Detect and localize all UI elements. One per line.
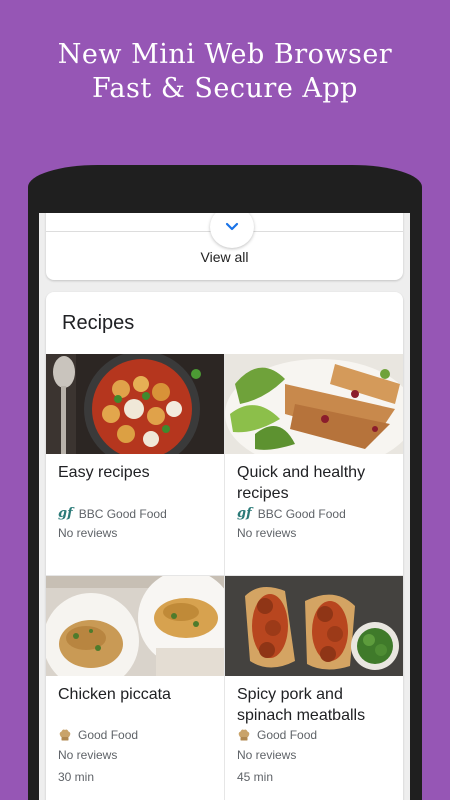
- recipe-card-chicken-piccata[interactable]: Chicken piccata Good Food No reviews 30 …: [46, 576, 224, 797]
- recipe-source-label: BBC Good Food: [257, 506, 346, 521]
- recipe-source: Good Food: [237, 728, 317, 742]
- recipes-card: Recipes Easy recipes gf BBC Good Food No…: [46, 292, 403, 800]
- recipe-name: Chicken piccata: [58, 686, 171, 703]
- bbc-good-food-logo-icon: gf: [237, 506, 252, 521]
- recipe-name: Quick and healthy recipes: [237, 464, 366, 502]
- recipe-source-label: BBC Good Food: [78, 506, 167, 521]
- chevron-down-icon: [225, 222, 239, 231]
- recipe-reviews: No reviews: [237, 748, 297, 762]
- recipe-name: Spicy pork and spinach meatballs: [237, 686, 366, 724]
- recipe-time: 30 min: [58, 770, 95, 784]
- phone-screen: View all Recipes Easy recipes gf BBC Goo…: [39, 213, 410, 800]
- recipe-card-easy-recipes[interactable]: Easy recipes gf BBC Good Food No reviews: [46, 354, 224, 575]
- recipe-name: Easy recipes: [58, 464, 150, 481]
- recipe-reviews: No reviews: [237, 526, 297, 540]
- chef-hat-icon: [238, 729, 250, 741]
- bbc-good-food-logo-icon: gf: [58, 506, 73, 521]
- recipe-source: gf BBC Good Food: [58, 506, 167, 521]
- recipe-source-label: Good Food: [257, 728, 318, 742]
- recipe-card-quick-and-healthy[interactable]: Quick and healthy recipes gf BBC Good Fo…: [225, 354, 403, 575]
- expand-button[interactable]: [210, 213, 254, 248]
- promo-headline: New Mini Web Browser Fast & Secure App: [0, 38, 450, 106]
- recipe-card-spicy-pork-meatballs[interactable]: Spicy pork and spinach meatballs Good Fo…: [225, 576, 403, 797]
- recipe-image: [46, 576, 224, 676]
- promo-line-1: New Mini Web Browser: [57, 39, 393, 70]
- view-all-link[interactable]: View all: [46, 249, 403, 265]
- recipe-image: [225, 576, 403, 676]
- recipe-source: Good Food: [58, 728, 138, 742]
- recipe-image: [225, 354, 403, 454]
- recipe-image: [46, 354, 224, 454]
- recipe-reviews: No reviews: [58, 526, 118, 540]
- view-all-card: View all: [46, 213, 403, 280]
- recipe-reviews: No reviews: [58, 748, 118, 762]
- recipe-source: gf BBC Good Food: [237, 506, 346, 521]
- promo-line-2: Fast & Secure App: [92, 73, 358, 104]
- recipe-source-label: Good Food: [78, 728, 139, 742]
- chef-hat-icon: [59, 729, 71, 741]
- recipes-title: Recipes: [62, 312, 135, 334]
- recipe-time: 45 min: [237, 770, 274, 784]
